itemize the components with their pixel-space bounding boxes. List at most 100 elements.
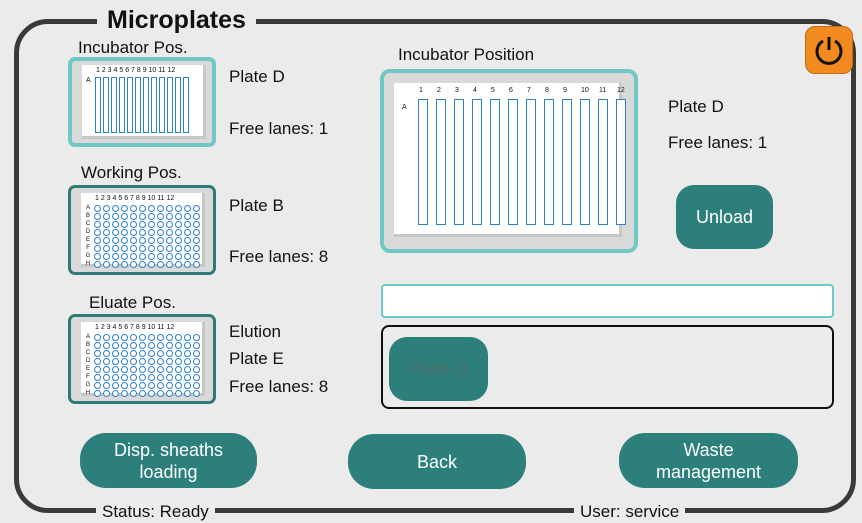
disp-sheaths-loading-button[interactable]: Disp. sheaths loading: [80, 433, 257, 488]
row-letter: B: [85, 342, 90, 348]
well: [121, 213, 128, 220]
well: [166, 350, 173, 357]
incubator-large-free-lanes: Free lanes: 1: [668, 133, 768, 152]
column-number: 8: [545, 87, 549, 94]
well: [139, 374, 146, 381]
well: [139, 205, 146, 212]
well: [112, 334, 119, 341]
eluate-free-lanes: Free lanes: 8: [229, 377, 329, 396]
well: [112, 366, 119, 373]
well: [121, 221, 128, 228]
well: [112, 245, 119, 252]
working-plate-thumb[interactable]: 1 2 3 4 5 6 7 8 9 10 11 12 ABCDEFGH: [68, 185, 216, 275]
well: [130, 237, 137, 244]
well: [130, 261, 137, 268]
disp-sheaths-line1: Disp. sheaths: [113, 439, 224, 460]
well: [157, 366, 164, 373]
incubator-plate-name: Plate D: [229, 67, 285, 86]
well: [184, 245, 191, 252]
plate-list[interactable]: Plate D: [381, 325, 834, 409]
well: [121, 334, 128, 341]
well: [139, 253, 146, 260]
well: [166, 390, 173, 397]
well: [148, 221, 155, 228]
row-letter: A: [85, 205, 90, 211]
well: [175, 213, 182, 220]
well: [175, 229, 182, 236]
working-free-lanes: Free lanes: 8: [229, 247, 329, 266]
row-letter: E: [85, 237, 90, 243]
well: [103, 221, 110, 228]
well: [157, 253, 164, 260]
working-pos-label: Working Pos.: [81, 163, 182, 182]
well: [184, 237, 191, 244]
well: [139, 221, 146, 228]
waste-management-button[interactable]: Waste management: [619, 433, 798, 488]
well: [130, 245, 137, 252]
well: [121, 205, 128, 212]
well: [148, 358, 155, 365]
well: [112, 237, 119, 244]
well: [175, 390, 182, 397]
column-number: 6: [509, 87, 513, 94]
well: [139, 229, 146, 236]
well: [157, 390, 164, 397]
incubator-plate-large[interactable]: 1 2 3 4 5 6 7 8 9 10 11 12 A: [380, 69, 638, 253]
well: [103, 366, 110, 373]
well: [166, 382, 173, 389]
well: [184, 358, 191, 365]
well: [157, 358, 164, 365]
well: [184, 261, 191, 268]
well: [94, 213, 101, 220]
well: [94, 350, 101, 357]
plate-text-field[interactable]: [381, 284, 834, 318]
well: [103, 358, 110, 365]
well-grid: [94, 205, 200, 268]
well: [148, 261, 155, 268]
well: [130, 342, 137, 349]
well: [184, 350, 191, 357]
well: [112, 390, 119, 397]
power-button[interactable]: [805, 26, 853, 74]
row-letter: H: [85, 261, 91, 267]
row-letter: C: [85, 350, 91, 356]
column-numbers: 1 2 3 4 5 6 7 8 9 10 11 12: [95, 324, 175, 331]
list-item[interactable]: Plate D: [389, 337, 488, 401]
well: [175, 382, 182, 389]
column-number: 4: [473, 87, 477, 94]
well: [103, 334, 110, 341]
eluate-plate-thumb[interactable]: 1 2 3 4 5 6 7 8 9 10 11 12 ABCDEFGH: [68, 314, 216, 404]
well: [94, 358, 101, 365]
waste-line1: Waste: [683, 439, 734, 460]
well: [148, 382, 155, 389]
well: [166, 261, 173, 268]
column-number: 9: [563, 87, 567, 94]
well: [148, 229, 155, 236]
well: [121, 237, 128, 244]
well: [148, 213, 155, 220]
incubator-plate-thumb[interactable]: 1 2 3 4 5 6 7 8 9 10 11 12 A: [68, 57, 216, 147]
well: [148, 205, 155, 212]
well: [184, 374, 191, 381]
well: [157, 229, 164, 236]
well: [121, 374, 128, 381]
well: [175, 205, 182, 212]
well: [121, 253, 128, 260]
well: [112, 382, 119, 389]
well: [157, 205, 164, 212]
well: [175, 350, 182, 357]
column-number: 1: [419, 87, 423, 94]
well: [175, 374, 182, 381]
well: [184, 205, 191, 212]
well: [130, 390, 137, 397]
row-letter: H: [85, 390, 91, 396]
well: [121, 342, 128, 349]
unload-button[interactable]: Unload: [676, 185, 773, 249]
well: [112, 253, 119, 260]
well: [184, 334, 191, 341]
well: [166, 366, 173, 373]
back-button[interactable]: Back: [348, 434, 526, 489]
well: [175, 358, 182, 365]
well: [130, 358, 137, 365]
well: [166, 213, 173, 220]
